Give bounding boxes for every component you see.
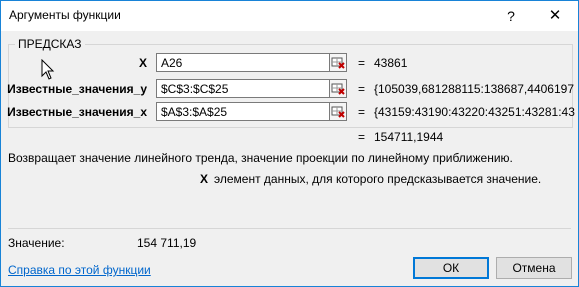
function-help-link[interactable]: Справка по этой функции xyxy=(8,263,151,277)
arg-input-x[interactable]: A26 xyxy=(156,53,346,72)
range-select-icon xyxy=(331,106,345,118)
formula-result: 154711,1944 xyxy=(374,130,444,144)
equals-sign: = xyxy=(358,105,366,119)
arg-label-known-y: Известные_значения_y xyxy=(7,82,147,96)
range-select-button-known-y[interactable] xyxy=(329,79,347,98)
function-name: ПРЕДСКАЗ xyxy=(15,37,85,51)
range-select-button-known-x[interactable] xyxy=(329,102,347,121)
function-arguments-dialog: Аргументы функции ? ✕ ПРЕДСКАЗ X A26 = 4… xyxy=(0,0,579,287)
arg-input-known-y[interactable]: $C$3:$C$25 xyxy=(156,79,346,98)
ok-button[interactable]: ОК xyxy=(413,257,489,279)
arg-help-name: X xyxy=(200,172,209,186)
range-select-icon xyxy=(331,57,345,69)
cancel-button[interactable]: Отмена xyxy=(496,257,572,279)
range-select-icon xyxy=(331,83,345,95)
close-button[interactable]: ✕ xyxy=(533,1,577,31)
window-title: Аргументы функции xyxy=(9,8,121,22)
value-label: Значение: xyxy=(8,236,65,250)
help-button[interactable]: ? xyxy=(489,1,533,31)
arg-label-x: X xyxy=(138,56,147,70)
equals-sign: = xyxy=(358,82,366,96)
equals-sign: = xyxy=(358,130,366,144)
value-display: 154 711,19 xyxy=(137,236,197,250)
divider xyxy=(8,228,571,229)
arg-result-known-x: {43159:43190:43220:43251:43281:43 xyxy=(374,105,575,119)
function-description: Возвращает значение линейного тренда, зн… xyxy=(8,151,513,165)
arg-input-known-x[interactable]: $A$3:$A$25 xyxy=(156,102,346,121)
range-select-button-x[interactable] xyxy=(329,53,347,72)
arg-label-known-x: Известные_значения_x xyxy=(7,105,147,119)
arg-help-text: элемент данных, для которого предсказыва… xyxy=(214,172,542,186)
title-bar: Аргументы функции ? ✕ xyxy=(1,1,578,31)
equals-sign: = xyxy=(358,56,366,70)
mouse-pointer-icon xyxy=(41,59,55,80)
arg-result-known-y: {105039,681288115:138687,4406197 xyxy=(374,82,574,96)
arg-result-x: 43861 xyxy=(374,56,408,70)
